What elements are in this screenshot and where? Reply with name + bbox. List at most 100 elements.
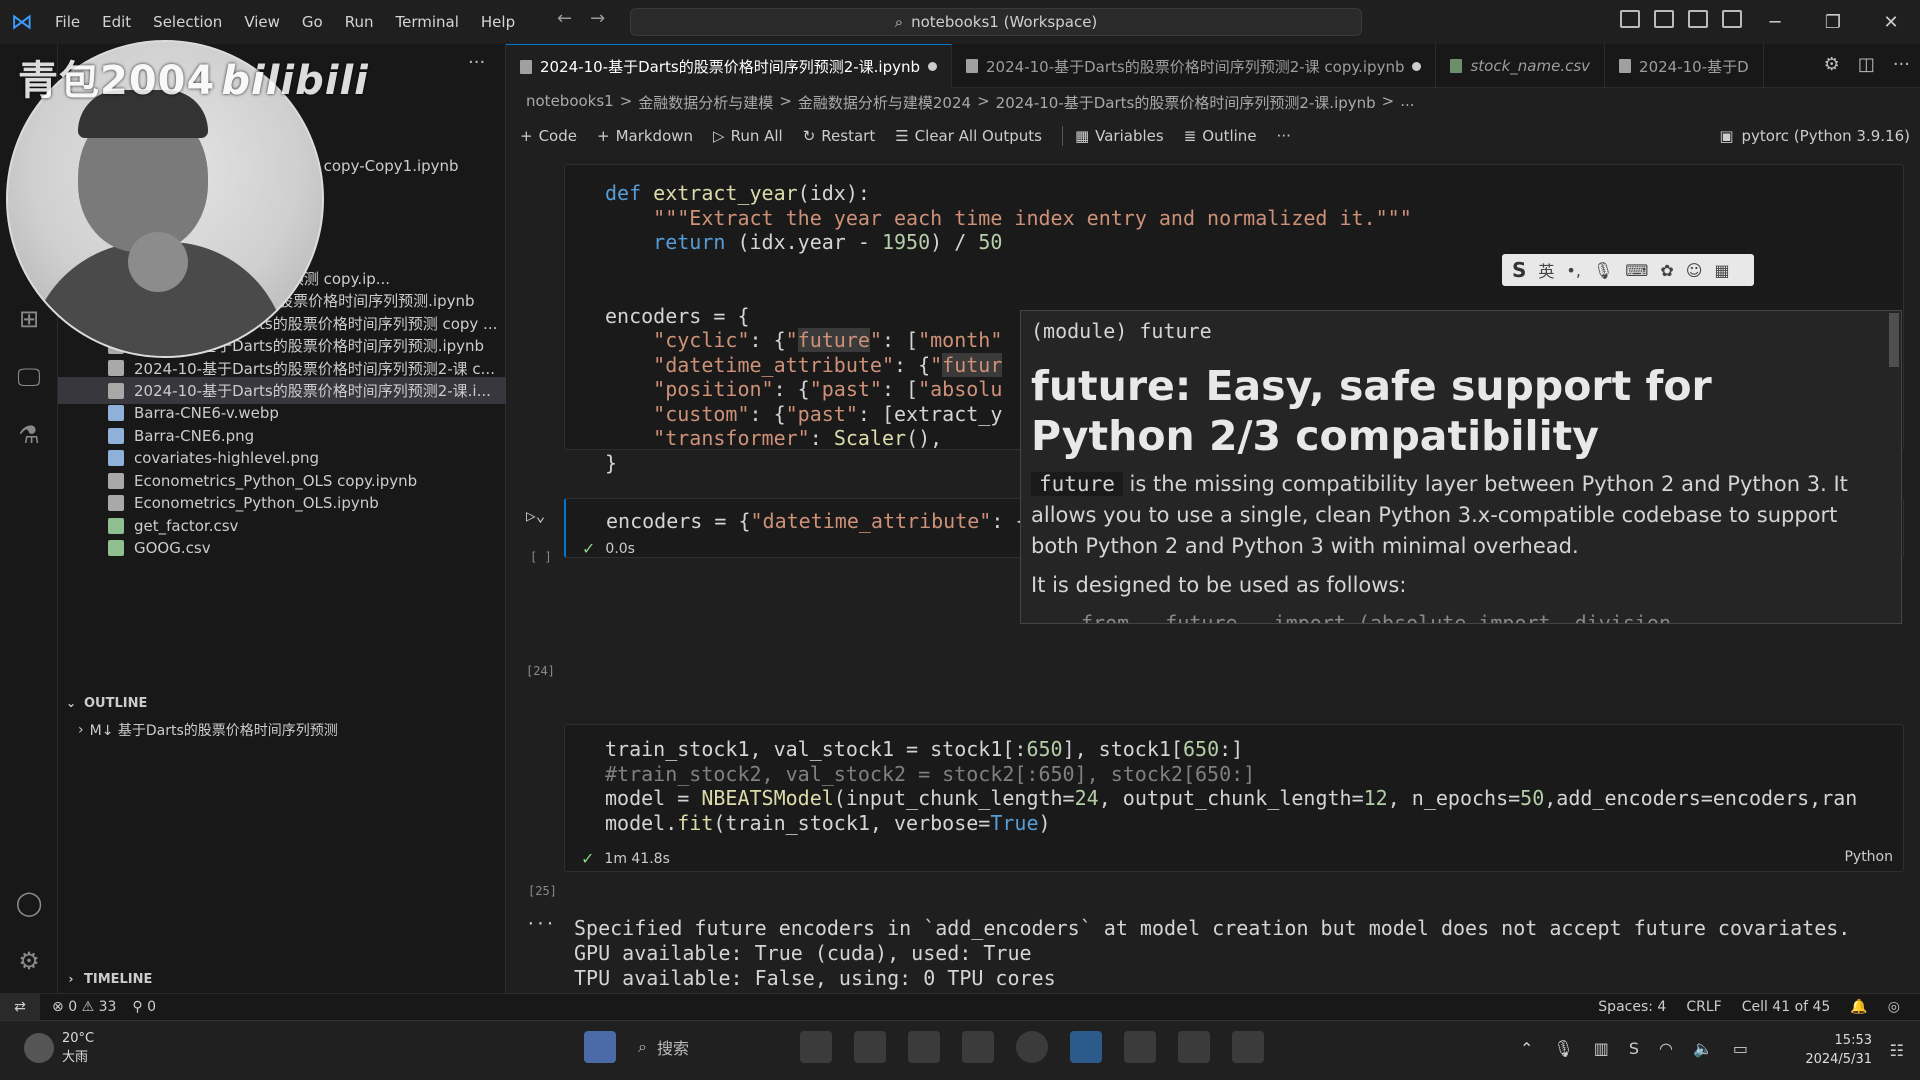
sogou-tray-icon[interactable]: S [1629,1039,1639,1058]
wifi-icon[interactable]: ◠ [1659,1039,1673,1058]
punctuation-icon[interactable]: •, [1566,261,1581,280]
outline-section-header[interactable]: ⌄ OUTLINE [58,690,506,716]
hover-scrollbar[interactable] [1889,313,1899,367]
obsidian-icon[interactable] [1178,1031,1210,1063]
code-cell[interactable]: train_stock1, val_stock1 = stock1[:650],… [564,724,1904,872]
task-view-icon[interactable] [854,1031,886,1063]
start-windows-icon[interactable] [584,1031,616,1063]
problems-indicator[interactable]: ⊗ 0 ⚠ 33 [52,999,116,1015]
unsaved-dot-icon[interactable] [1412,61,1422,71]
variables-button[interactable]: ▦ Variables [1075,127,1164,145]
battery-icon[interactable]: ▭ [1733,1039,1748,1058]
eol-status[interactable]: CRLF [1686,999,1721,1015]
plus-icon: + [596,127,610,145]
testing-flask-icon[interactable]: ⚗ [14,420,44,450]
hover-body-text: is the missing compatibility layer betwe… [1031,472,1848,558]
add-markdown-cell-button[interactable]: + Markdown [597,127,693,145]
timeline-section-header[interactable]: › TIMELINE [58,966,506,992]
kernel-icon: ▣ [1719,127,1734,145]
outline-button[interactable]: ≣ Outline [1184,127,1257,145]
menu-go[interactable]: Go [291,13,334,31]
remote-explorer-icon[interactable]: 🖵 [14,362,44,392]
emoji-icon[interactable]: ☺ [1686,261,1703,280]
breadcrumb-item[interactable]: 金融数据分析与建模2024 [798,92,971,116]
chrome-icon[interactable] [1016,1031,1048,1063]
menu-file[interactable]: File [44,13,91,31]
add-code-cell-button[interactable]: + Code [520,127,577,145]
outline-item[interactable]: › M↓ 基于Darts的股票价格时间序列预测 [58,716,506,743]
tab-stock-name-csv[interactable]: stock_name.csv [1436,44,1606,88]
settings-gear-icon[interactable]: ⚙ [14,946,44,976]
streamer-watermark: 青包2004 bilibili [18,48,369,106]
command-center-search[interactable]: ⌕ notebooks1 (Workspace) [630,8,1362,36]
cell-position-status[interactable]: Cell 41 of 45 [1742,999,1831,1015]
sogou-logo-icon[interactable]: S [1512,258,1526,282]
forward-arrow-icon[interactable]: → [590,8,605,29]
ports-count: 0 [147,999,157,1015]
recorder-icon[interactable] [1232,1031,1264,1063]
customize-layout-icon[interactable] [1722,10,1742,28]
cell-code[interactable]: train_stock1, val_stock1 = stock1[:650],… [605,737,1857,835]
taskbar-search[interactable]: ⌕ 搜索 [638,1035,778,1059]
wps-icon[interactable] [1124,1031,1156,1063]
more-actions-icon[interactable]: ··· [1893,54,1910,75]
menu-terminal[interactable]: Terminal [385,13,470,31]
ime-language[interactable]: 英 [1538,258,1554,282]
keyboard-icon[interactable]: ⌨ [1625,261,1648,280]
tab-label: stock_name.csv [1470,57,1591,75]
menu-edit[interactable]: Edit [91,13,142,31]
menu-selection[interactable]: Selection [142,13,233,31]
tab-notebook-truncated[interactable]: 2024-10-基于D [1605,44,1764,88]
breadcrumb-item[interactable]: notebooks1 [526,92,614,116]
accounts-icon[interactable]: ◯ [14,888,44,918]
toolbar-more-button[interactable]: ··· [1277,127,1291,145]
explorer-file-item[interactable]: GOOG.csv [58,535,506,562]
skin-icon[interactable]: ✿ [1660,261,1673,280]
menu-run[interactable]: Run [334,13,385,31]
run-cell-icon[interactable]: ▷⌄ [526,506,545,525]
taskbar-clock[interactable]: 15:53 2024/5/31 [1805,1031,1872,1069]
weather-widget[interactable]: 20°C 大雨 [24,1031,94,1065]
file-explorer-icon[interactable] [962,1031,994,1063]
vscode-taskbar-icon[interactable] [1070,1031,1102,1063]
indentation-status[interactable]: Spaces: 4 [1598,999,1666,1015]
run-all-button[interactable]: ▷ Run All [713,127,783,145]
tab-notebook-active[interactable]: 2024-10-基于Darts的股票价格时间序列预测2-课.ipynb [506,44,953,88]
volume-icon[interactable]: 🔈 [1693,1039,1713,1058]
restore-button[interactable]: ❐ [1804,0,1862,44]
unsaved-dot-icon[interactable] [928,62,938,71]
ports-indicator[interactable]: ⚲ 0 [132,999,156,1015]
tab-notebook-copy[interactable]: 2024-10-基于Darts的股票价格时间序列预测2-课 copy.ipynb [952,44,1437,88]
notifications-bell-icon[interactable]: 🔔 [1850,999,1867,1015]
back-arrow-icon[interactable]: ← [557,8,572,29]
image-file-icon [108,405,124,421]
terminal-app-icon[interactable] [908,1031,940,1063]
settings-gear-icon[interactable]: ⚙ [1824,54,1840,75]
notification-center-icon[interactable]: ☷ [1890,1041,1904,1060]
breadcrumb-item[interactable]: ... [1400,92,1414,116]
more-actions-icon[interactable]: ··· [468,52,485,73]
toggle-panel-icon[interactable] [1654,10,1674,28]
toggle-primary-sidebar-icon[interactable] [1620,10,1640,28]
menu-help[interactable]: Help [470,13,526,31]
split-editor-icon[interactable]: ◫ [1858,54,1875,75]
toolbox-icon[interactable]: ▦ [1714,261,1729,280]
toggle-secondary-sidebar-icon[interactable] [1688,10,1708,28]
breadcrumb-item[interactable]: 金融数据分析与建模 [638,92,773,116]
output-more-icon[interactable]: ··· [526,914,555,933]
remote-indicator-icon[interactable]: ⇄ [0,994,40,1020]
minimize-button[interactable]: ─ [1746,0,1804,44]
kernel-picker[interactable]: ▣ pytorc (Python 3.9.16) [1719,127,1910,145]
cell-language[interactable]: Python [1844,849,1893,865]
copilot-icon[interactable]: ◎ [1888,999,1900,1015]
breadcrumb-item[interactable]: 2024-10-基于Darts的股票价格时间序列预测2-课.ipynb [996,92,1376,116]
close-button[interactable]: ✕ [1862,0,1920,44]
microphone-icon[interactable]: 🎙 [1553,1039,1573,1058]
clear-outputs-button[interactable]: ☰ Clear All Outputs [895,127,1042,145]
microphone-icon[interactable]: 🎙 [1593,261,1613,280]
ime-indicator-icon[interactable]: ▥ [1594,1039,1609,1058]
menu-view[interactable]: View [233,13,291,31]
restart-button[interactable]: ↻ Restart [803,127,876,145]
chevron-up-icon[interactable]: ⌃ [1520,1039,1533,1058]
widgets-icon[interactable] [800,1031,832,1063]
